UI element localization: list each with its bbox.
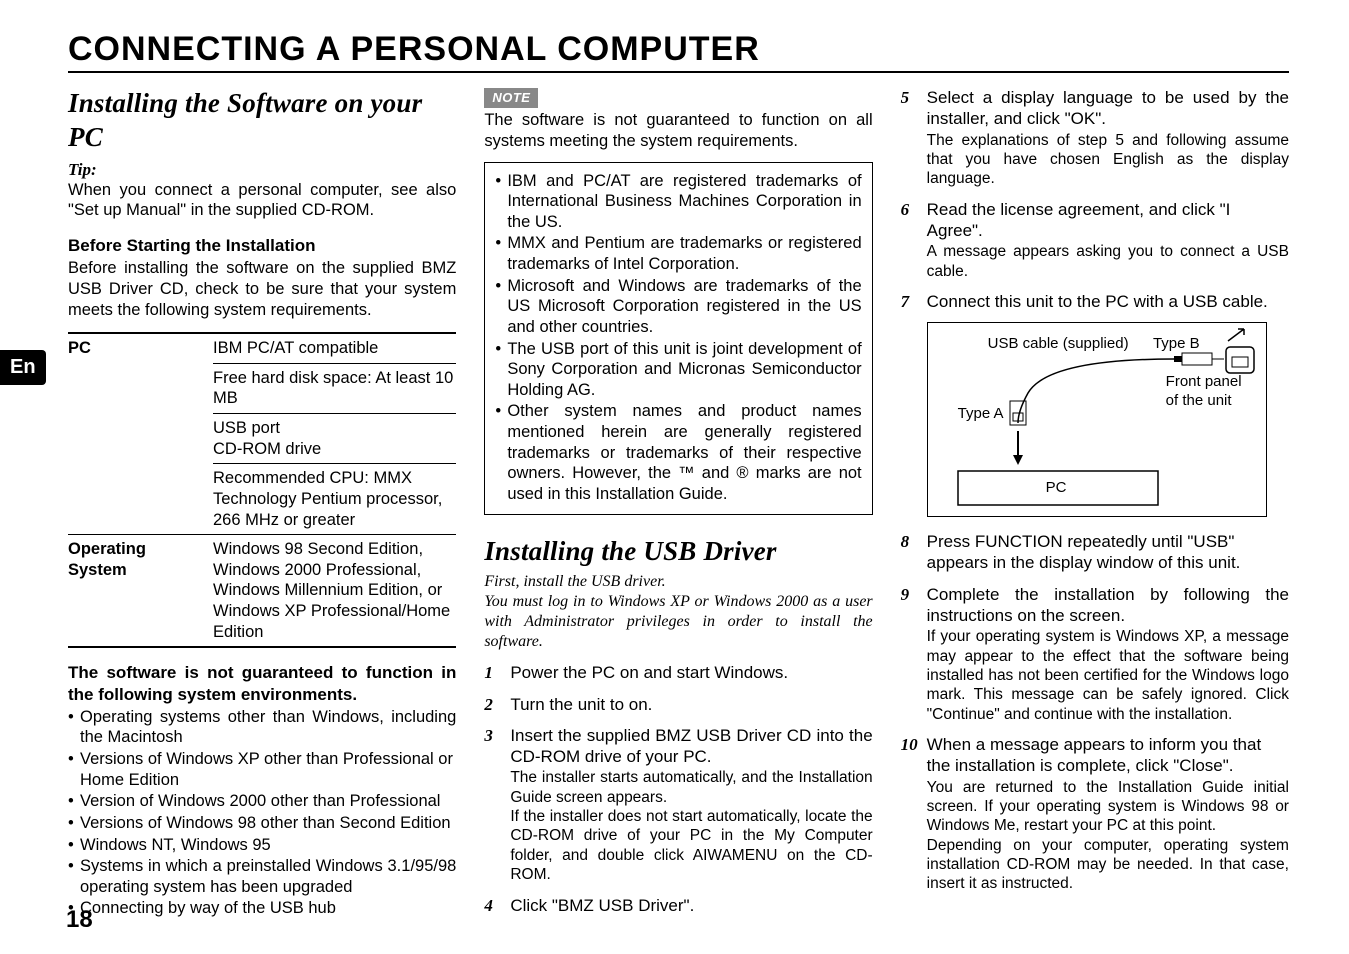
list-item: Connecting by way of the USB hub (68, 898, 456, 919)
step-subtext: You are returned to the Installation Gui… (927, 778, 1289, 894)
step-item: 10 When a message appears to inform you … (901, 734, 1289, 894)
step-text: Select a display language to be used by … (927, 87, 1289, 130)
tip-label: Tip: (68, 159, 456, 180)
step-subtext: If your operating system is Windows XP, … (927, 627, 1289, 724)
step-number: 1 (484, 662, 493, 683)
step-text: When a message appears to inform you tha… (927, 734, 1289, 777)
not-guaranteed-list: Operating systems other than Windows, in… (68, 707, 456, 919)
step-number: 8 (901, 531, 910, 552)
usb-intro-1: First, install the USB driver. (484, 572, 872, 592)
list-item: Other system names and product names men… (495, 401, 861, 504)
list-item: Systems in which a preinstalled Windows … (68, 856, 456, 897)
trademark-box: IBM and PC/AT are registered trademarks … (484, 162, 872, 515)
page-title: CONNECTING A PERSONAL COMPUTER (68, 30, 1289, 73)
step-item: 7 Connect this unit to the PC with a USB… (901, 291, 1289, 312)
step-number: 2 (484, 694, 493, 715)
tip-text: When you connect a personal computer, se… (68, 180, 456, 221)
steps-list-contd: 5 Select a display language to be used b… (901, 87, 1289, 312)
list-item: Versions of Windows XP other than Profes… (68, 749, 456, 790)
column-3: 5 Select a display language to be used b… (901, 87, 1289, 926)
system-requirements-table: PC IBM PC/AT compatible Free hard disk s… (68, 332, 456, 648)
table-cell: Windows 98 Second Edition, Windows 2000 … (213, 535, 456, 646)
step-item: 6 Read the license agreement, and click … (901, 199, 1289, 281)
diagram-label-pc: PC (1046, 479, 1067, 498)
step-subtext: A message appears asking you to connect … (927, 242, 1289, 281)
list-item: Versions of Windows 98 other than Second… (68, 813, 456, 834)
step-item: 1 Power the PC on and start Windows. (484, 662, 872, 683)
list-item: MMX and Pentium are trademarks or regist… (495, 233, 861, 274)
step-number: 9 (901, 584, 910, 605)
table-cell: Free hard disk space: At least 10 MB (213, 363, 456, 413)
step-item: 3 Insert the supplied BMZ USB Driver CD … (484, 725, 872, 885)
list-item: The USB port of this unit is joint devel… (495, 339, 861, 401)
step-subtext: The explanations of step 5 and following… (927, 131, 1289, 189)
row-label-os: Operating System (68, 535, 213, 646)
step-item: 9 Complete the installation by following… (901, 584, 1289, 724)
step-text: Read the license agreement, and click "I… (927, 199, 1289, 242)
table-cell: IBM PC/AT compatible (213, 334, 456, 363)
note-text: The software is not guaranteed to functi… (484, 110, 872, 151)
list-item: Operating systems other than Windows, in… (68, 707, 456, 748)
steps-list: 1 Power the PC on and start Windows. 2 T… (484, 662, 872, 916)
before-text: Before installing the software on the su… (68, 258, 456, 320)
step-text: Press FUNCTION repeatedly until "USB" ap… (927, 531, 1289, 574)
step-item: 2 Turn the unit to on. (484, 694, 872, 715)
list-item: Microsoft and Windows are trademarks of … (495, 276, 861, 338)
note-badge: NOTE (484, 88, 538, 108)
table-row: PC IBM PC/AT compatible Free hard disk s… (68, 334, 456, 534)
step-number: 3 (484, 725, 493, 746)
trademark-list: IBM and PC/AT are registered trademarks … (495, 171, 861, 505)
usb-connection-diagram: USB cable (supplied) Type B Type A Front… (927, 322, 1267, 517)
content-columns: Installing the Software on your PC Tip: … (68, 87, 1289, 926)
step-text: Power the PC on and start Windows. (510, 662, 872, 683)
step-number: 10 (901, 734, 918, 755)
table-row: Operating System Windows 98 Second Editi… (68, 534, 456, 646)
heading-usb-driver: Installing the USB Driver (484, 535, 872, 569)
step-number: 4 (484, 895, 493, 916)
diagram-svg (928, 323, 1268, 518)
step-item: 8 Press FUNCTION repeatedly until "USB" … (901, 531, 1289, 574)
heading-install-software: Installing the Software on your PC (68, 87, 456, 155)
list-item: IBM and PC/AT are registered trademarks … (495, 171, 861, 233)
step-text: Insert the supplied BMZ USB Driver CD in… (510, 725, 872, 768)
column-2: NOTE The software is not guaranteed to f… (484, 87, 872, 926)
step-number: 7 (901, 291, 910, 312)
step-text: Connect this unit to the PC with a USB c… (927, 291, 1289, 312)
list-item: Version of Windows 2000 other than Profe… (68, 791, 456, 812)
not-guaranteed-heading: The software is not guaranteed to functi… (68, 662, 456, 705)
table-cell: USB port CD-ROM drive (213, 413, 456, 463)
usb-intro-2: You must log in to Windows XP or Windows… (484, 592, 872, 652)
step-number: 5 (901, 87, 910, 108)
column-1: Installing the Software on your PC Tip: … (68, 87, 456, 926)
language-tab: En (0, 350, 46, 385)
step-text: Complete the installation by following t… (927, 584, 1289, 627)
list-item: Windows NT, Windows 95 (68, 835, 456, 856)
steps-list-after-diagram: 8 Press FUNCTION repeatedly until "USB" … (901, 531, 1289, 894)
table-cell: Recommended CPU: MMX Technology Pentium … (213, 463, 456, 534)
step-number: 6 (901, 199, 910, 220)
step-text: Turn the unit to on. (510, 694, 872, 715)
before-heading: Before Starting the Installation (68, 235, 456, 256)
page-number: 18 (66, 906, 93, 934)
step-item: 4 Click "BMZ USB Driver". (484, 895, 872, 916)
step-item: 5 Select a display language to be used b… (901, 87, 1289, 189)
step-subtext: The installer starts automatically, and … (510, 768, 872, 884)
row-label-pc: PC (68, 334, 213, 534)
step-text: Click "BMZ USB Driver". (510, 895, 872, 916)
